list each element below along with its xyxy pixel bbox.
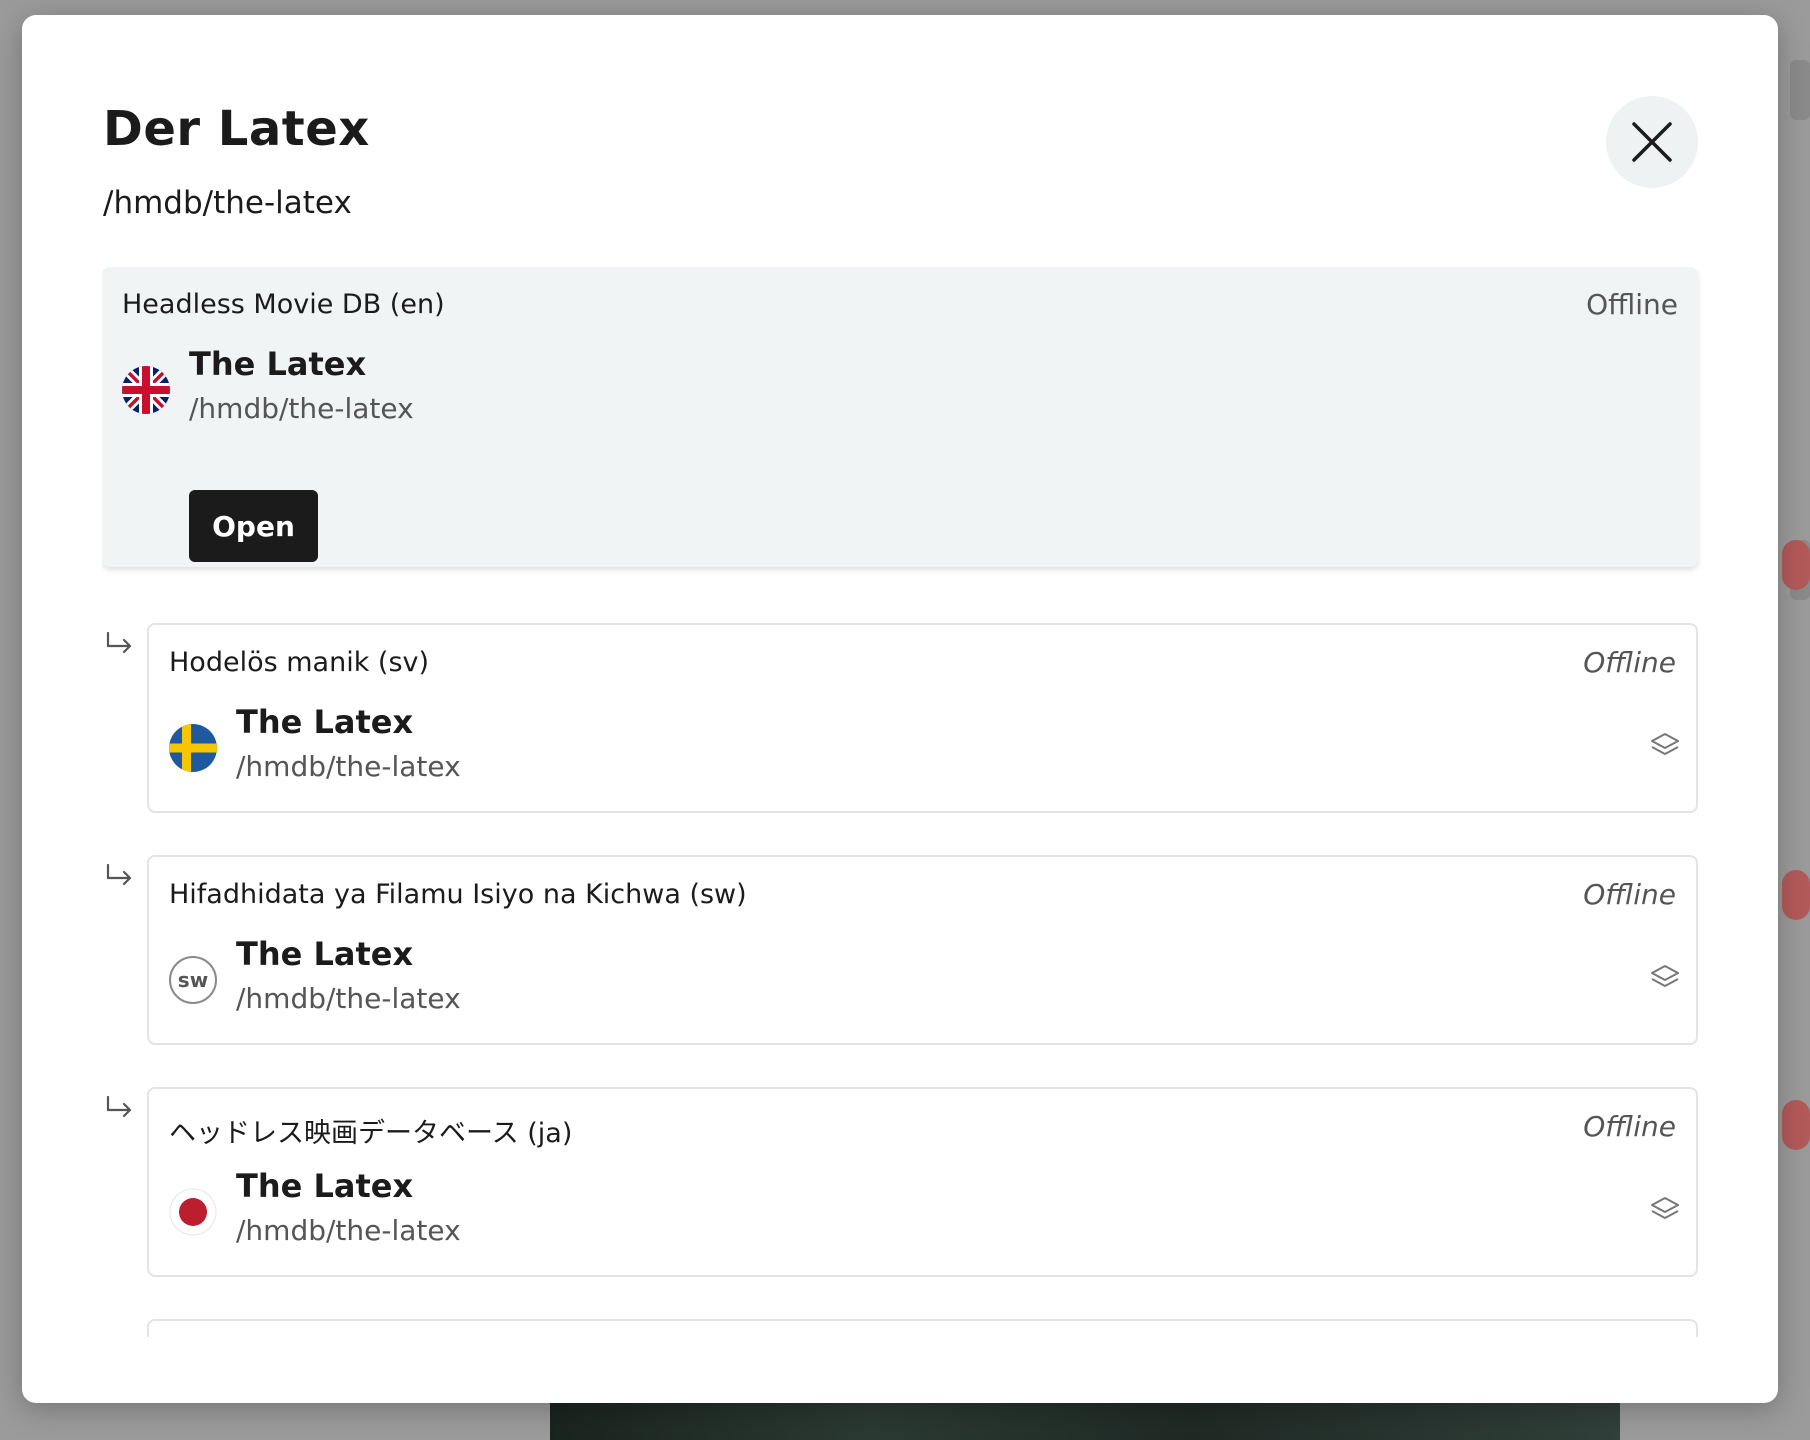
site-name: Hodelös manik (sv) xyxy=(169,647,430,678)
entry-title[interactable]: The Latex xyxy=(236,703,413,741)
language-code-badge: sw xyxy=(169,956,217,1004)
translations-modal: Der Latex /hmdb/the-latex Headless Movie… xyxy=(22,15,1778,1403)
site-name: ヘッドレス映画データベース (ja) xyxy=(169,1118,573,1149)
variant-entry-card: Hifadhidata ya Filamu Isiyo na Kichwa (s… xyxy=(147,855,1698,1045)
background-element xyxy=(1790,60,1810,120)
close-button[interactable] xyxy=(1606,96,1698,188)
japan-flag-icon xyxy=(169,1188,217,1236)
close-icon xyxy=(1632,122,1672,162)
layers-icon[interactable] xyxy=(1649,1195,1681,1225)
sweden-flag-icon xyxy=(169,724,217,772)
uk-flag-icon xyxy=(122,366,170,414)
subdirectory-arrow-icon xyxy=(106,863,132,886)
status-label: Offline xyxy=(1583,646,1676,679)
open-button[interactable]: Open xyxy=(189,490,318,562)
site-name: Headless Movie DB (en) xyxy=(122,289,445,320)
entry-title[interactable]: The Latex xyxy=(236,935,413,973)
site-name: Hifadhidata ya Filamu Isiyo na Kichwa (s… xyxy=(169,879,747,910)
entry-title[interactable]: The Latex xyxy=(189,345,366,383)
layers-icon[interactable] xyxy=(1649,963,1681,993)
status-label: Offline xyxy=(1583,1110,1676,1143)
variant-entry-card xyxy=(147,1319,1698,1337)
background-element xyxy=(1782,540,1810,590)
layers-icon[interactable] xyxy=(1649,731,1681,761)
variant-entry-card: Hodelös manik (sv) Offline The Latex /hm… xyxy=(147,623,1698,813)
subdirectory-arrow-icon xyxy=(106,1095,132,1118)
source-entry-card: Headless Movie DB (en) Offline The Latex… xyxy=(102,267,1698,567)
modal-path: /hmdb/the-latex xyxy=(103,185,352,221)
entry-path: /hmdb/the-latex xyxy=(189,392,414,425)
subdirectory-arrow-icon xyxy=(106,631,132,654)
background-element xyxy=(1782,1100,1810,1150)
entry-path: /hmdb/the-latex xyxy=(236,1214,461,1247)
status-label: Offline xyxy=(1586,288,1678,321)
entry-title[interactable]: The Latex xyxy=(236,1167,413,1205)
modal-title: Der Latex xyxy=(103,101,370,157)
translations-list[interactable]: Headless Movie DB (en) Offline The Latex… xyxy=(102,267,1702,1337)
entry-path: /hmdb/the-latex xyxy=(236,750,461,783)
background-image xyxy=(550,1400,1620,1440)
variant-entry-card: ヘッドレス映画データベース (ja) Offline The Latex /hm… xyxy=(147,1087,1698,1277)
entry-path: /hmdb/the-latex xyxy=(236,982,461,1015)
status-label: Offline xyxy=(1583,878,1676,911)
background-element xyxy=(1782,870,1810,920)
